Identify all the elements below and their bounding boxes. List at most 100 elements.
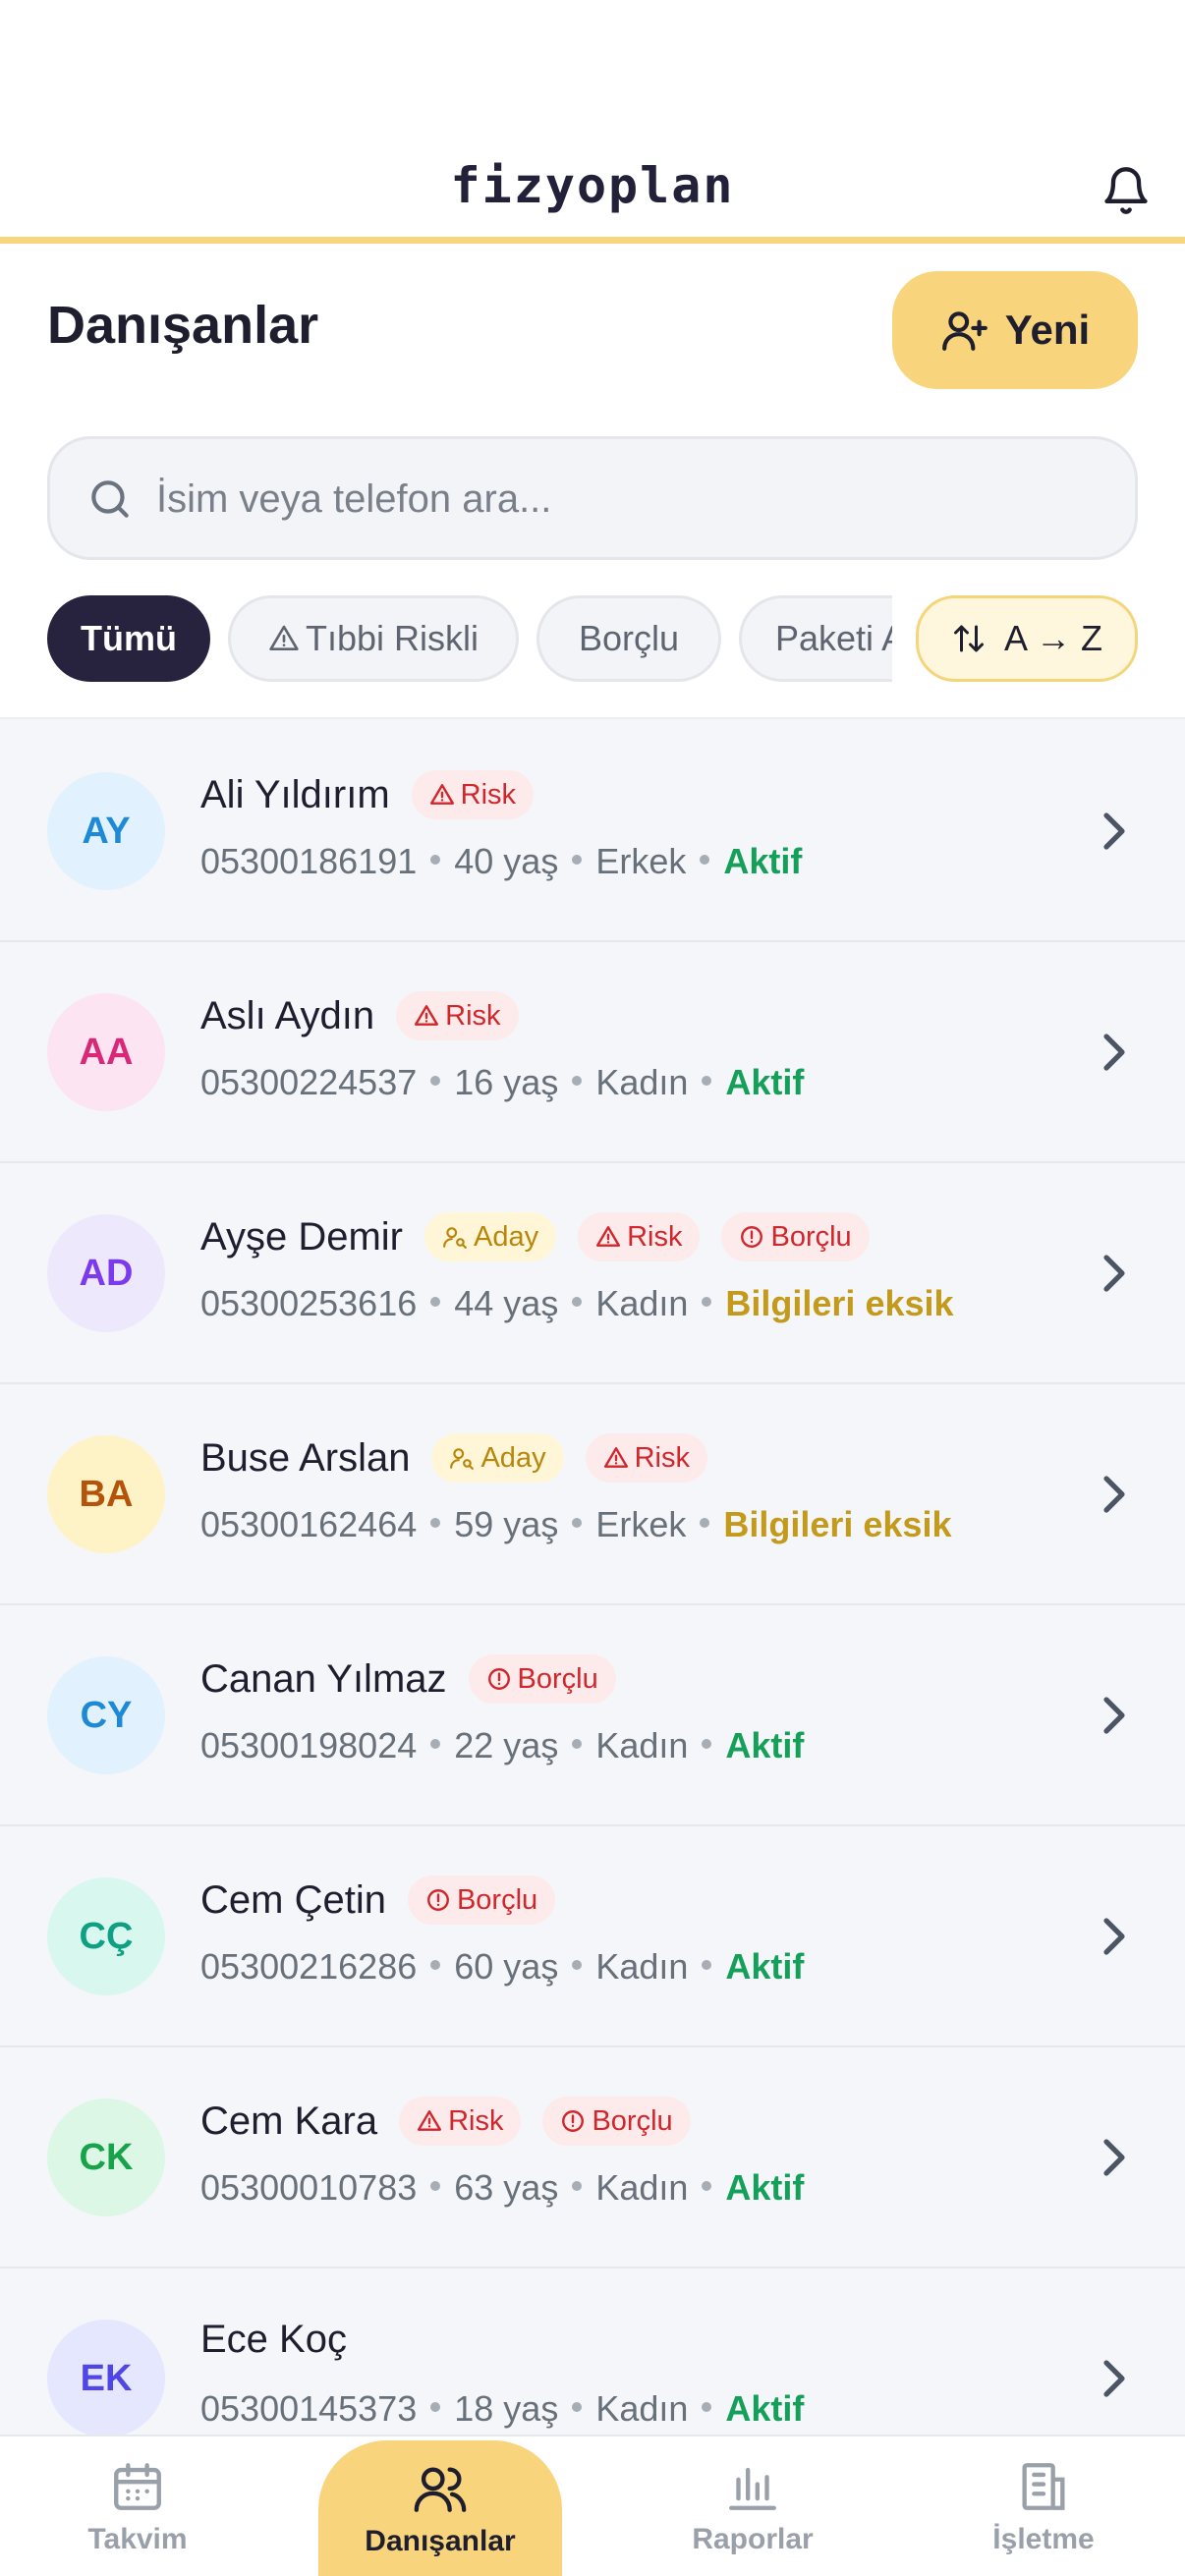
chevron-right-icon (1103, 1476, 1125, 1513)
nav-label: Raporlar (692, 2523, 814, 2555)
chevron-right-icon (1103, 1034, 1125, 1071)
client-name: Cem Çetin (200, 1877, 386, 1922)
client-age: 63 yaş (454, 2167, 559, 2208)
filter-chip-all[interactable]: Tümü (47, 595, 210, 682)
client-name: Ayşe Demir (200, 1214, 403, 1259)
client-name-line: Ayşe Demir Aday Risk Borçlu (200, 1212, 870, 1261)
client-status: Aktif (723, 841, 803, 881)
search-box (47, 436, 1138, 560)
client-name: Ece Koç (200, 2318, 347, 2361)
badge-borclu: Borçlu (468, 1654, 616, 1704)
filter-chip-medical-risk[interactable]: Tıbbi Riskli (228, 595, 519, 682)
separator-dot (430, 1960, 441, 1971)
client-gender: Kadın (595, 1946, 689, 1987)
client-row[interactable]: CK Cem Kara Risk Borçlu 05300010783 63 yaş K… (0, 2047, 1185, 2268)
nav-label: Danışanlar (365, 2525, 516, 2557)
client-age: 59 yaş (454, 1504, 559, 1544)
search-icon (91, 480, 129, 518)
warning-icon (596, 1226, 621, 1247)
client-name-line: Buse Arslan Aday Risk (200, 1433, 707, 1483)
client-row[interactable]: AD Ayşe Demir Aday Risk Borçlu 05300253616 4… (0, 1163, 1185, 1384)
separator-dot (700, 855, 710, 866)
client-age: 44 yaş (454, 1283, 559, 1323)
badge-borclu: Borçlu (721, 1212, 870, 1261)
separator-dot (572, 1518, 583, 1529)
nav-danisanlar[interactable]: Danışanlar (318, 2440, 562, 2576)
nav-takvim[interactable]: Takvim (59, 2436, 216, 2576)
new-client-button[interactable]: Yeni (892, 271, 1138, 389)
client-phone: 05300162464 (200, 1504, 418, 1544)
badge-risk: Risk (399, 2097, 522, 2146)
client-row[interactable]: CÇ Cem Çetin Borçlu 05300216286 60 yaş Kadı… (0, 1826, 1185, 2047)
alert-circle-icon (487, 1668, 510, 1690)
client-meta: 05300224537 16 yaş Kadın Aktif (200, 1062, 804, 1103)
filter-chip-label: Tümü (81, 618, 177, 658)
sort-label: A → Z (1003, 618, 1103, 658)
client-status: Aktif (725, 2167, 805, 2208)
client-phone: 05300010783 (200, 2167, 418, 2208)
new-client-label: Yeni (1004, 307, 1091, 353)
warning-icon (429, 784, 454, 805)
avatar: CÇ (47, 1877, 165, 1995)
chevron-right-icon (1103, 1697, 1125, 1734)
warning-icon (603, 1447, 628, 1468)
client-row[interactable]: CY Canan Yılmaz Borçlu 05300198024 22 yaş K… (0, 1605, 1185, 1826)
nav-raporlar[interactable]: Raporlar (674, 2436, 831, 2576)
badge-risk: Risk (578, 1212, 701, 1261)
separator-dot (430, 1076, 441, 1087)
warning-icon (269, 625, 299, 650)
client-name-line: Aslı Aydın Risk (200, 991, 519, 1040)
separator-dot (572, 2181, 583, 2192)
chevron-right-icon (1103, 1255, 1125, 1292)
client-row[interactable]: AY Ali Yıldırım Risk 05300186191 40 yaş Erk… (0, 721, 1185, 942)
client-gender: Kadın (595, 2167, 689, 2208)
badge-label: Risk (448, 2104, 504, 2137)
client-status: Aktif (725, 1725, 805, 1765)
client-row[interactable]: AA Aslı Aydın Risk 05300224537 16 yaş Kadın… (0, 942, 1185, 1163)
separator-dot (702, 1076, 712, 1087)
avatar: AA (47, 993, 165, 1111)
client-age: 16 yaş (454, 1062, 559, 1102)
separator-dot (572, 1739, 583, 1750)
sort-button[interactable]: A → Z (916, 595, 1138, 682)
badge-risk: Risk (585, 1433, 707, 1483)
alert-circle-icon (562, 2110, 585, 2132)
client-gender: Erkek (595, 1504, 687, 1544)
filter-chip-package-active[interactable]: Paketi Aktif (739, 595, 892, 682)
bell-icon[interactable] (1100, 165, 1152, 216)
client-name-line: Cem Kara Risk Borçlu (200, 2097, 691, 2146)
badge-risk: Risk (411, 770, 535, 819)
page-title: Danışanlar (47, 296, 319, 355)
user-search-icon (450, 1448, 475, 1470)
search-input[interactable] (156, 461, 1100, 537)
client-status: Aktif (725, 1062, 805, 1102)
client-age: 40 yaş (454, 841, 559, 881)
nav-label: Takvim (87, 2523, 188, 2555)
badge-aday: Aday (431, 1433, 564, 1483)
client-name-line: Canan Yılmaz Borçlu (200, 1654, 616, 1704)
client-meta: 05300145373 18 yaş Kadın Aktif (200, 2388, 804, 2430)
sort-arrows-icon (953, 625, 984, 652)
badge-aday: Aday (423, 1212, 557, 1261)
separator-dot (572, 1297, 583, 1308)
badge-risk: Risk (396, 991, 519, 1040)
nav-isletme[interactable]: İşletme (965, 2436, 1122, 2576)
badge-borclu: Borçlu (407, 1876, 556, 1925)
chevron-right-icon (1103, 812, 1125, 850)
separator-dot (572, 855, 583, 866)
separator-dot (702, 1739, 712, 1750)
chevron-right-icon (1103, 1918, 1125, 1955)
separator-dot (702, 1297, 712, 1308)
client-name: Cem Kara (200, 2099, 378, 2143)
client-name: Ali Yıldırım (200, 772, 390, 816)
filter-chip-debtor[interactable]: Borçlu (536, 595, 721, 682)
client-gender: Kadın (595, 1725, 689, 1765)
client-row[interactable]: BA Buse Arslan Aday Risk 05300162464 59 yaş… (0, 1384, 1185, 1605)
client-meta: 05300216286 60 yaş Kadın Aktif (200, 1946, 804, 1988)
client-status: Aktif (725, 1946, 805, 1987)
chevron-right-icon (1103, 2139, 1125, 2176)
badge-label: Borçlu (592, 2104, 673, 2137)
filter-chip-label: Tıbbi Riskli (305, 618, 480, 658)
user-plus-icon (941, 311, 988, 351)
separator-dot (430, 2402, 441, 2413)
